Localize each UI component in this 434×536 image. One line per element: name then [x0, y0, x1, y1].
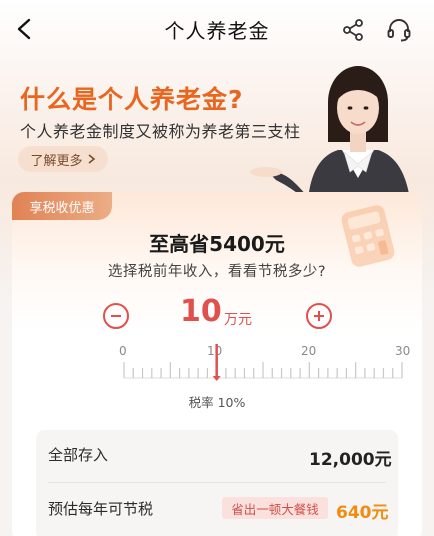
saving-label: 预估每年可节税	[48, 500, 154, 518]
meal-tag: 省出一顿大餐钱	[222, 497, 328, 519]
income-value: 10	[180, 294, 222, 329]
customer-service-headset-icon[interactable]	[386, 17, 412, 43]
income-unit: 万元	[224, 312, 252, 328]
chevron-right-icon	[88, 154, 95, 164]
income-prompt: 选择税前年收入，看看节税多少?	[107, 264, 327, 280]
max-saving-heading: 至高省5400元	[149, 232, 285, 256]
plus-icon	[314, 311, 324, 321]
learn-more-label: 了解更多	[30, 153, 83, 169]
deposit-label: 全部存入	[48, 446, 109, 464]
deposit-value: 12,000元	[309, 450, 392, 470]
increase-income-button[interactable]	[306, 303, 332, 329]
share-icon[interactable]	[341, 18, 365, 42]
page-title: 个人养老金	[164, 18, 270, 43]
hero-title: 什么是个人养老金?	[20, 85, 244, 114]
tax-benefit-badge: 享税收优惠	[12, 192, 112, 220]
learn-more-button[interactable]: 了解更多	[18, 146, 108, 172]
tax-rate-label: 税率 10%	[188, 395, 246, 410]
back-arrow-icon[interactable]	[14, 17, 36, 41]
decrease-income-button[interactable]	[103, 303, 129, 329]
advisor-illustration	[250, 66, 410, 200]
minus-icon	[111, 315, 121, 317]
summary-divider	[48, 482, 386, 483]
saving-value: 640元	[336, 503, 389, 523]
navbar: 个人养老金	[0, 0, 434, 58]
income-ruler-slider[interactable]	[118, 342, 408, 382]
